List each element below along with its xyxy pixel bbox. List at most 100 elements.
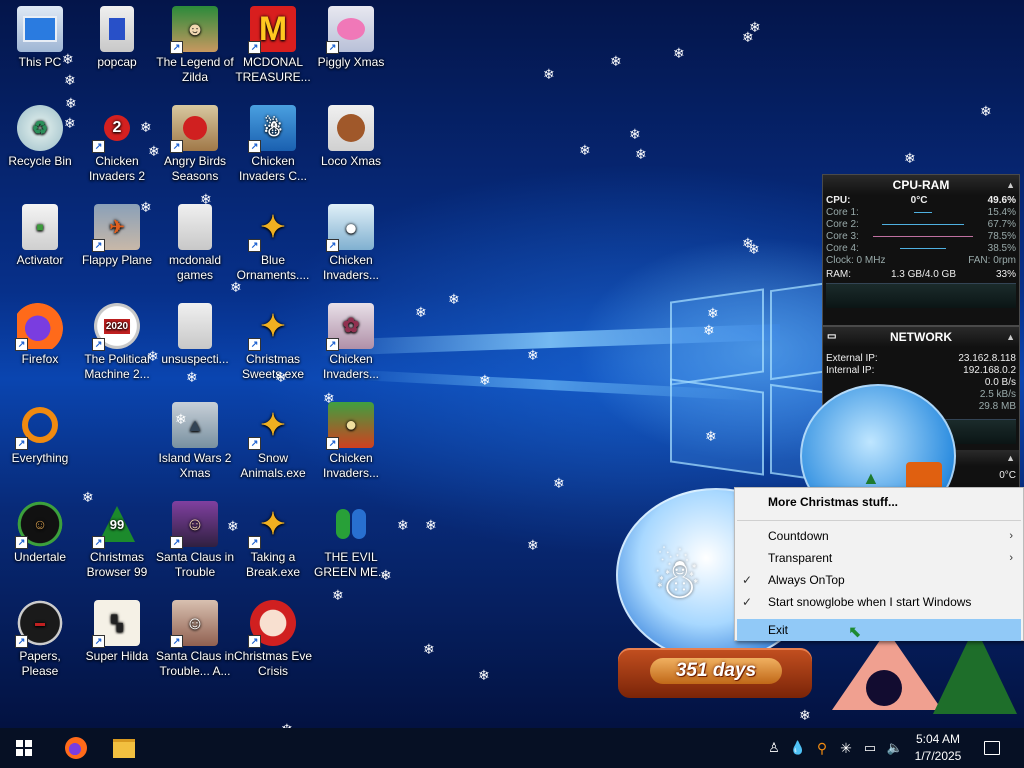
snowflake: ❄ [980,103,992,119]
cpu-row: CPU: 0°C 49.6% [823,195,1019,207]
menu-item-label: Transparent [768,551,833,565]
snowflake: ❄ [579,142,591,158]
angry-birds-icon: ↗ [170,105,218,153]
desktop-icon-island-wars[interactable]: ▲ Island Wars 2 Xmas [155,402,235,481]
desktop-icon-firefox[interactable]: ↗ Firefox [0,303,80,367]
snowflake: ❄ [64,72,76,88]
core-label: Core 3: [826,231,859,242]
internal-ip-label: Internal IP: [826,365,875,376]
desktop-icon-papers-please[interactable]: ▬ ↗ Papers, Please [0,600,80,679]
desktop-icon-everything[interactable]: ↗ Everything [0,402,80,466]
snowflake: ❄ [479,372,491,388]
icon-label: Loco Xmas [320,154,382,168]
snowflake: ❄ [397,517,409,533]
icon-label: Undertale [13,550,67,564]
desktop-icon-chicken-invaders-2[interactable]: 2 ↗ Chicken Invaders 2 [77,105,157,184]
tray-snowflake-icon[interactable]: ✳ [836,728,856,768]
cpu-ram-gadget[interactable]: CPU-RAM ▲ CPU: 0°C 49.6% Core 1: 15.4% Core … [822,174,1020,326]
collapse-icon[interactable]: ▲ [1006,327,1015,347]
menu-item-exit[interactable]: Exit [737,619,1021,641]
snowflake: ❄ [62,51,74,67]
desktop-icon-christmas-browser-99[interactable]: 99 ↗ Christmas Browser 99 [77,501,157,580]
recycle-bin-icon: ♻ [17,105,63,151]
computer-icon [17,6,63,52]
desktop-icon-mcdonal-treasure[interactable]: M ↗ MCDONAL TREASURE... [233,6,313,85]
desktop-icon-santa-trouble-again[interactable]: ☺ ↗ Santa Claus in Trouble... A... [155,600,235,679]
snowglobe-context-menu[interactable]: More Christmas stuff... Countdown › Trans… [734,487,1024,641]
taskbar-firefox[interactable] [52,728,100,768]
snowflake: ❄ [703,322,715,338]
menu-item-transparent[interactable]: Transparent › [735,547,1023,569]
icon-label: THE EVIL GREEN ME... [313,550,388,579]
tree-icon: ▲ [862,468,880,488]
desktop-icon-mcdonald-games[interactable]: mcdonald games [155,204,235,283]
icon-label: Santa Claus in Trouble [155,550,235,579]
windows-start-icon [16,740,32,756]
desktop-icon-popcap[interactable]: popcap [77,6,157,70]
menu-item-countdown[interactable]: Countdown › [735,525,1023,547]
desktop-icon-santa-trouble[interactable]: ☺ ↗ Santa Claus in Trouble [155,501,235,580]
desktop-icon-loco-xmas[interactable]: Loco Xmas [311,105,391,169]
icon-label: unsuspecti... [161,352,229,366]
ram-percent: 33% [995,269,1016,280]
desktop-icon-christmas-sweets[interactable]: ✦ ↗ Christmas Sweets.exe [233,303,313,382]
internal-ip-row: Internal IP: 192.168.0.2 [823,365,1019,377]
snowflake: ❄ [380,567,392,583]
undertale-icon: ☺ ↗ [15,501,63,549]
desktop-icon-chicken-invaders-a[interactable]: ● ↗ Chicken Invaders... [311,204,391,283]
menu-item-more-christmas-stuff[interactable]: More Christmas stuff... [735,488,1023,516]
notification-icon [984,741,1000,755]
core-row: Core 4: 38.5% [823,243,1019,255]
icon-label: Angry Birds Seasons [163,154,227,183]
super-hilda-icon: ▚ ↗ [92,600,140,648]
core-value: 67.7% [987,219,1016,230]
core-label: Core 4: [826,243,859,254]
tray-network-icon[interactable]: ▭ [860,728,880,768]
desktop-icon-political-machine[interactable]: 2020 ↗ The Political Machine 2... [77,303,157,382]
desktop-icon-taking-a-break[interactable]: ✦ ↗ Taking a Break.exe [233,501,313,580]
firefox-icon [65,737,87,759]
menu-item-start-with-windows[interactable]: ✓ Start snowglobe when I start Windows [735,591,1023,613]
file-icon: ■ [22,204,58,250]
snowflake: ❄ [148,143,160,159]
desktop-icon-angry-birds-seasons[interactable]: ↗ Angry Birds Seasons [155,105,235,184]
decoration-triangle [832,630,942,710]
desktop-icon-evil-green-messenger[interactable]: THE EVIL GREEN ME... [311,501,391,580]
desktop-icon-unsuspecting[interactable]: unsuspecti... [155,303,235,367]
desktop-icon-chicken-invaders-c[interactable]: ☃ ↗ Chicken Invaders C... [233,105,313,184]
taskbar-clock[interactable]: 5:04 AM 1/7/2025 [910,731,966,765]
icon-label: MCDONAL TREASURE... [235,55,311,84]
badge-text: 99 [109,517,125,532]
desktop-icon-chicken-invaders-b[interactable]: ✿ ↗ Chicken Invaders... [311,303,391,382]
desktop-icon-piggly-xmas[interactable]: ↗ Piggly Xmas [311,6,391,70]
action-center-button[interactable] [978,728,1006,768]
monitor-icon: ▭ [827,331,837,342]
tray-people-icon[interactable]: ♙ [764,728,784,768]
desktop-icon-christmas-eve-crisis[interactable]: ↗ Christmas Eve Crisis [233,600,313,679]
chicken-icon: ● ↗ [326,402,374,450]
start-button[interactable] [0,728,48,768]
tray-everything-icon[interactable]: ⚲ [812,728,832,768]
external-ip-row: External IP: 23.162.8.118 [823,353,1019,365]
desktop-icon-activator[interactable]: ■ Activator [0,204,80,268]
collapse-icon[interactable]: ▲ [1006,175,1015,195]
desktop-icon-blue-ornaments[interactable]: ✦ ↗ Blue Ornaments.... [233,204,313,283]
taskbar-file-explorer[interactable] [100,728,148,768]
menu-item-always-on-top[interactable]: ✓ Always OnTop [735,569,1023,591]
icon-label: popcap [97,55,137,69]
christmas-tree-decoration: ★ [932,618,1018,726]
desktop-icon-undertale[interactable]: ☺ ↗ Undertale [0,501,80,565]
core-bar [900,248,947,249]
desktop-icon-legend-of-zilda[interactable]: ☻ ↗ The Legend of Zilda [155,6,235,85]
desktop-icon-super-hilda[interactable]: ▚ ↗ Super Hilda [77,600,157,664]
desktop-icon-chicken-invaders-c2[interactable]: ● ↗ Chicken Invaders... [311,402,391,481]
snowflake: ❄ [82,489,94,505]
desktop-icon-snow-animals[interactable]: ✦ ↗ Snow Animals.exe [233,402,313,481]
tray-droplet-icon[interactable]: 💧 [788,728,808,768]
external-ip: 23.162.8.118 [958,353,1016,364]
snowman-icon: ☃ [652,547,703,610]
tray-volume-muted-icon[interactable]: 🔈 [884,728,906,768]
clock-time: 5:04 AM [915,732,961,746]
santa-icon: ↗ [248,600,296,648]
icon-label: Piggly Xmas [317,55,385,69]
